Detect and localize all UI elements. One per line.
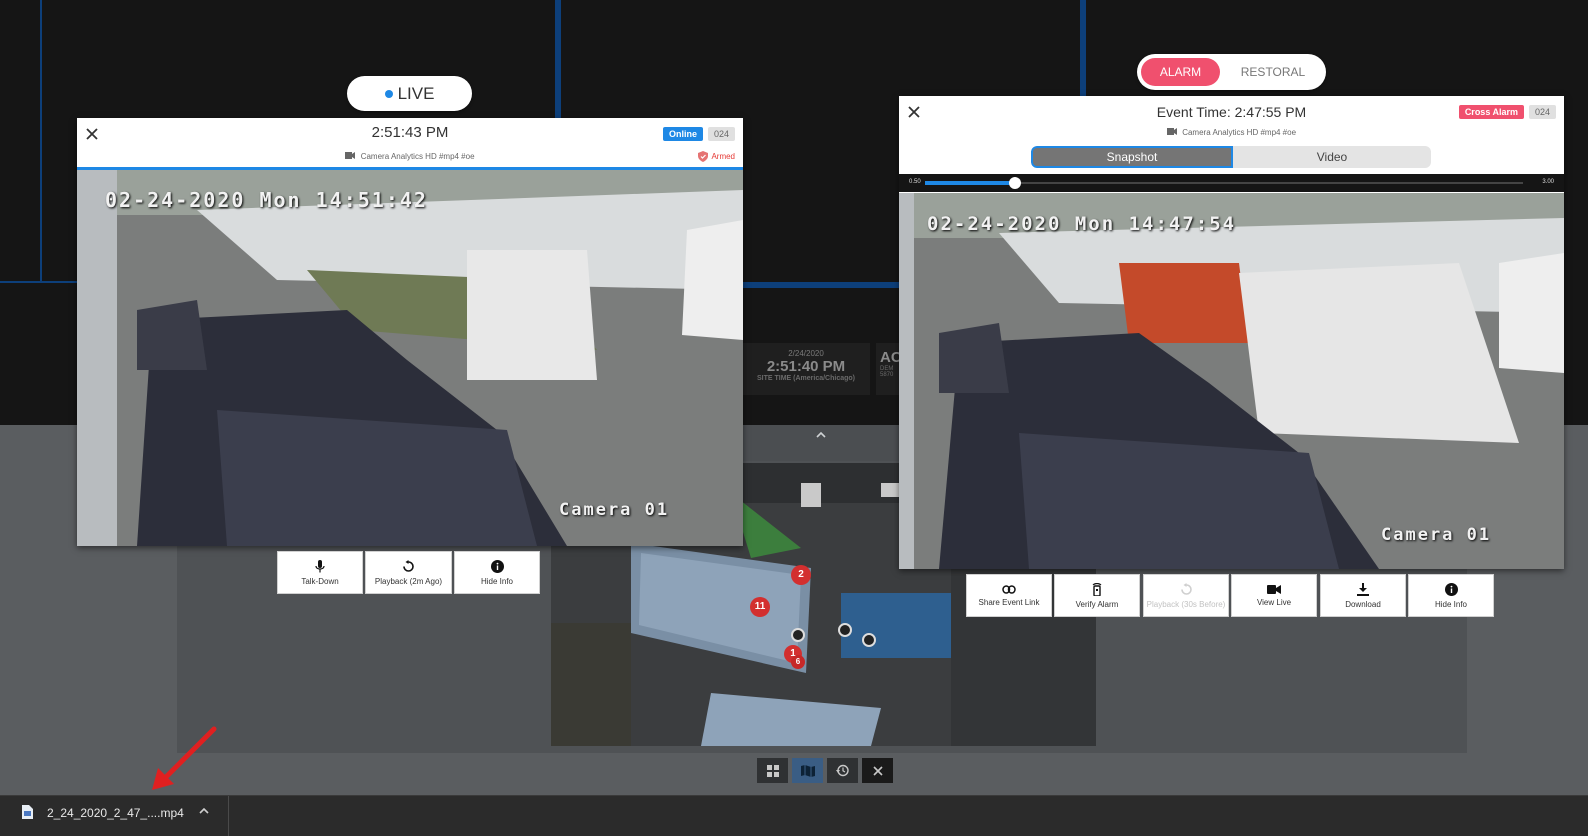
live-time: 2:51:43 PM: [371, 124, 449, 141]
slider-max-label: 3.00: [1542, 179, 1554, 185]
grid-icon: [766, 764, 779, 777]
account-code: AC: [880, 349, 900, 366]
camera-marker[interactable]: [838, 623, 852, 637]
replay-icon: [403, 559, 414, 572]
slider-fill: [925, 181, 1015, 185]
chevron-up-icon[interactable]: [199, 807, 209, 815]
grid-divider: [40, 0, 42, 283]
tab-video[interactable]: Video: [1233, 146, 1431, 168]
map-icon: [800, 764, 815, 777]
history-button[interactable]: [827, 758, 858, 783]
hide-info-button[interactable]: Hide Info: [454, 551, 540, 594]
camera-marker[interactable]: [791, 628, 805, 642]
live-indicator: LIVE: [347, 76, 472, 111]
camera-name: Camera Analytics HD #mp4 #oe: [1182, 128, 1297, 137]
camera-marker[interactable]: [862, 633, 876, 647]
snapshot-timestamp: 02-24-2020 Mon 14:47:54: [927, 213, 1237, 235]
talk-down-button[interactable]: Talk-Down: [277, 551, 363, 594]
camera-name: Camera Analytics HD #mp4 #oe: [360, 152, 475, 161]
view-toolbar: [757, 758, 893, 783]
site-time-label: SITE TIME (America/Chicago): [756, 375, 856, 382]
shield-icon: [698, 151, 709, 162]
share-event-link-button[interactable]: Share Event Link: [966, 574, 1052, 617]
map-view-button[interactable]: [792, 758, 823, 783]
snapshot-image[interactable]: 02-24-2020 Mon 14:47:54 Camera 01: [899, 193, 1564, 569]
alarm-sensor-icon: [1092, 582, 1102, 596]
alarm-restoral-toggle: ALARM RESTORAL: [1137, 54, 1326, 90]
camera-name-row: Camera Analytics HD #mp4 #oe: [899, 128, 1564, 137]
map-marker-alarm[interactable]: 11: [750, 597, 770, 617]
button-label: Verify Alarm: [1075, 599, 1119, 609]
event-window: Event Time: 2:47:55 PM Cross Alarm 024 C…: [899, 96, 1564, 569]
download-filename: 2_24_2020_2_47_....mp4: [47, 806, 184, 820]
close-all-button[interactable]: [862, 758, 893, 783]
grid-divider: [555, 0, 561, 120]
id-badge: 024: [707, 127, 735, 141]
video-timestamp: 02-24-2020 Mon 14:51:42: [105, 188, 428, 212]
download-item[interactable]: 2_24_2020_2_47_....mp4: [10, 796, 229, 836]
camera-name-row: Camera Analytics HD #mp4 #oe: [77, 152, 743, 161]
media-tabs: Snapshot Video: [1031, 146, 1431, 168]
info-icon: [1444, 582, 1458, 596]
live-camera-window: 2:51:43 PM Online 024 Camera Analytics H…: [77, 118, 743, 546]
chevron-up-icon[interactable]: [816, 431, 826, 439]
download-button[interactable]: Download: [1320, 574, 1406, 617]
snapshot-camera-label: Camera 01: [1381, 525, 1492, 545]
button-label: Hide Info: [480, 576, 514, 586]
tab-alarm[interactable]: ALARM: [1141, 58, 1220, 86]
replay-icon: [1180, 582, 1192, 595]
download-icon: [1357, 582, 1369, 596]
slider-min-label: 0.50: [909, 179, 921, 185]
map-marker-alarm[interactable]: 2: [791, 565, 811, 585]
close-icon: [872, 765, 883, 776]
verify-alarm-button[interactable]: Verify Alarm: [1054, 574, 1140, 617]
annotation-arrow-icon: [152, 726, 217, 790]
history-icon: [836, 764, 849, 777]
status-badge: Online: [662, 127, 703, 141]
video-camera-icon: [1166, 128, 1177, 135]
button-label: Hide Info: [1434, 599, 1468, 609]
tab-snapshot[interactable]: Snapshot: [1031, 146, 1233, 168]
id-badge: 024: [1528, 105, 1556, 119]
button-label: Playback (2m Ago): [374, 576, 443, 586]
grid-divider: [742, 282, 902, 288]
collapse-bar[interactable]: [742, 425, 902, 461]
grid-divider: [0, 281, 80, 283]
playback-before-button[interactable]: Playback (30s Before): [1143, 574, 1229, 617]
button-label: Playback (30s Before): [1146, 599, 1226, 609]
button-label: Share Event Link: [978, 597, 1040, 607]
hide-info-button[interactable]: Hide Info: [1408, 574, 1494, 617]
playback-slider-bar: 0.50 3.00: [899, 174, 1564, 192]
button-label: Download: [1345, 599, 1381, 609]
video-camera-label: Camera 01: [559, 500, 670, 520]
link-icon: [1002, 584, 1016, 594]
tab-restoral[interactable]: RESTORAL: [1229, 58, 1317, 86]
site-date: 2/24/2020: [788, 349, 824, 358]
grid-divider: [1080, 0, 1086, 100]
browser-download-bar: 2_24_2020_2_47_....mp4: [0, 795, 1588, 836]
button-label: Talk-Down: [301, 576, 339, 586]
button-label: View Live: [1256, 597, 1292, 607]
alarm-type-badge: Cross Alarm: [1458, 105, 1524, 119]
info-icon: [490, 559, 504, 573]
armed-status: Armed: [698, 151, 735, 162]
video-camera-icon: [345, 152, 356, 159]
microphone-icon: [315, 559, 325, 572]
account-tile: AC DEM 5870: [876, 343, 900, 395]
grid-view-button[interactable]: [757, 758, 788, 783]
map-marker-alarm[interactable]: 6: [791, 655, 805, 669]
live-video-feed[interactable]: 02-24-2020 Mon 14:51:42 Camera 01: [77, 170, 743, 546]
live-dot: [384, 89, 393, 98]
site-time-tile: 2/24/2020 2:51:40 PM SITE TIME (America/…: [742, 343, 870, 395]
armed-label: Armed: [711, 152, 735, 161]
site-time: 2:51:40 PM: [766, 358, 846, 375]
file-icon: [22, 805, 33, 819]
playback-button[interactable]: Playback (2m Ago): [365, 551, 452, 594]
live-label: LIVE: [397, 83, 435, 103]
video-camera-icon: [1267, 584, 1281, 594]
live-window-header: 2:51:43 PM Online 024 Camera Analytics H…: [77, 118, 743, 170]
view-live-button[interactable]: View Live: [1231, 574, 1317, 617]
slider-handle[interactable]: [1009, 177, 1021, 189]
account-sub: 5870: [880, 372, 894, 378]
